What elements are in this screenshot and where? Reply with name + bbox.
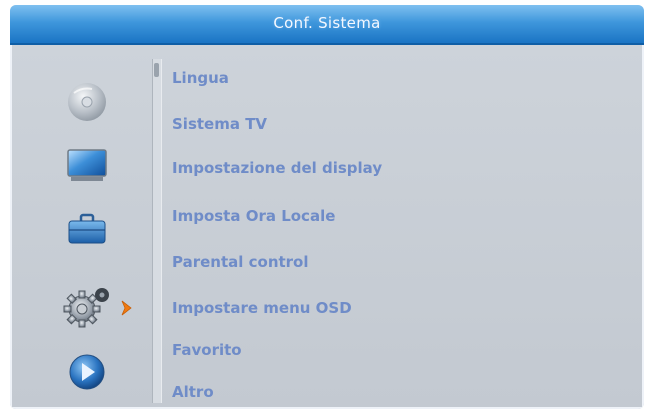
gear-settings-icon[interactable] xyxy=(60,281,118,331)
title-bar: Conf. Sistema xyxy=(10,5,644,45)
scrollbar[interactable] xyxy=(152,59,162,403)
scrollbar-thumb[interactable] xyxy=(154,63,159,77)
window-title: Conf. Sistema xyxy=(273,14,381,32)
settings-window: Conf. Sistema Lingua Sistema TV Impostaz… xyxy=(10,5,644,409)
menu-item-display-settings[interactable]: Impostazione del display xyxy=(172,153,612,183)
menu-item-osd-menu[interactable]: Impostare menu OSD xyxy=(172,293,612,323)
menu-item-favorites[interactable]: Favorito xyxy=(172,335,612,365)
content-area: Lingua Sistema TV Impostazione del displ… xyxy=(12,45,642,407)
screen: Conf. Sistema Lingua Sistema TV Impostaz… xyxy=(0,0,654,414)
menu-item-other[interactable]: Altro xyxy=(172,377,612,407)
settings-menu-list: Lingua Sistema TV Impostazione del displ… xyxy=(172,45,632,407)
menu-item-local-time[interactable]: Imposta Ora Locale xyxy=(172,201,612,231)
menu-item-parental-control[interactable]: Parental control xyxy=(172,247,612,277)
disc-icon[interactable] xyxy=(62,79,112,125)
menu-item-lingua[interactable]: Lingua xyxy=(172,63,612,93)
selection-arrow-icon xyxy=(120,299,134,317)
briefcase-icon[interactable] xyxy=(62,205,112,251)
play-icon[interactable] xyxy=(62,349,112,395)
tv-screen-icon[interactable] xyxy=(62,141,112,187)
category-sidebar xyxy=(12,45,142,407)
menu-item-sistema-tv[interactable]: Sistema TV xyxy=(172,109,612,139)
